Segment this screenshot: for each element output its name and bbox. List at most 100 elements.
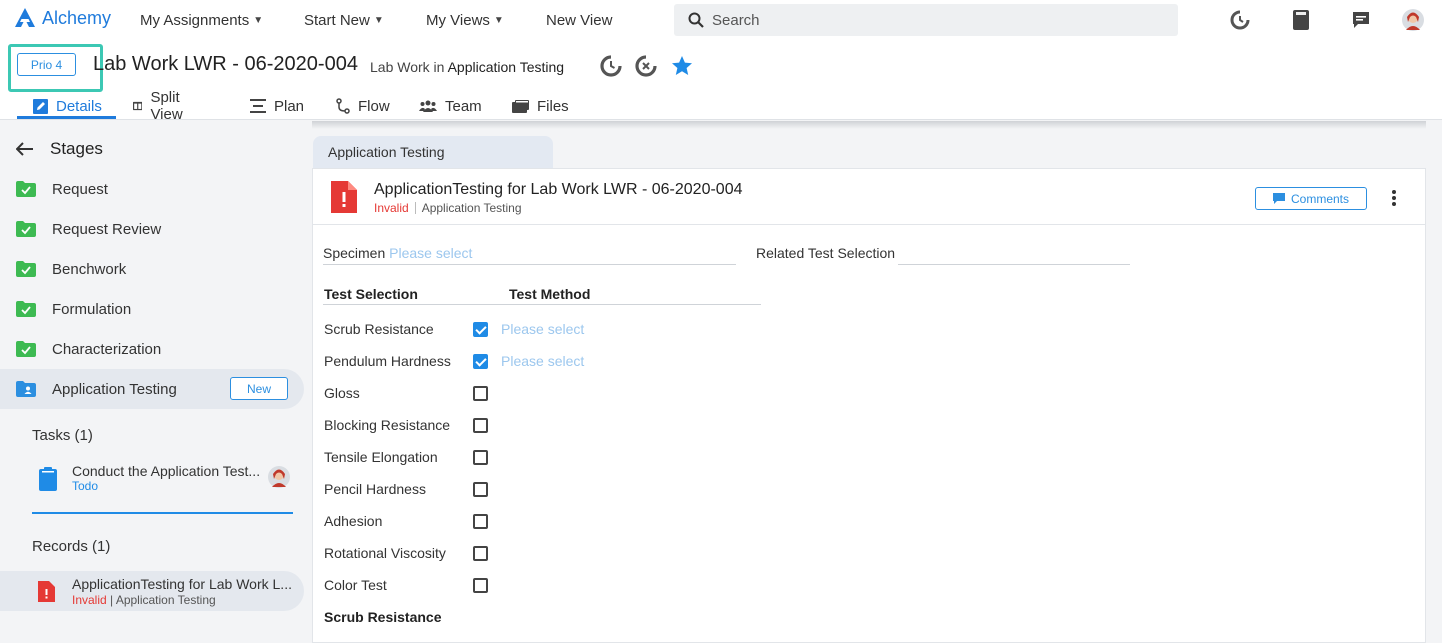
chat-icon[interactable]: [1349, 8, 1373, 32]
comment-icon: [1272, 193, 1285, 204]
test-method-select[interactable]: Please select: [501, 321, 584, 337]
test-checkbox[interactable]: [473, 578, 488, 593]
separator: [414, 202, 416, 214]
test-name: Blocking Resistance: [324, 417, 451, 433]
arrow-left-icon[interactable]: [16, 142, 34, 156]
test-row-pendulum-hardness: Pendulum Hardness Please select: [324, 349, 624, 373]
test-checkbox[interactable]: [473, 418, 488, 433]
history-icon[interactable]: [1228, 8, 1252, 32]
test-checkbox[interactable]: [473, 354, 488, 369]
test-name: Adhesion: [324, 513, 383, 529]
plan-icon: [250, 99, 266, 113]
record-item[interactable]: ApplicationTesting for Lab Work L... Inv…: [0, 571, 304, 611]
test-method-select[interactable]: Please select: [501, 353, 584, 369]
test-row-gloss: Gloss: [324, 381, 624, 405]
col-test-method: Test Method: [509, 286, 591, 302]
test-row-blocking-resistance: Blocking Resistance: [324, 413, 624, 437]
tab-team[interactable]: Team: [419, 94, 482, 118]
chevron-down-icon: ▼: [373, 15, 384, 26]
assignee-avatar[interactable]: [267, 465, 291, 489]
new-button[interactable]: New: [230, 377, 288, 400]
record-location: Application Testing: [115, 593, 216, 607]
test-checkbox[interactable]: [473, 322, 488, 337]
folder-user-icon: [16, 381, 36, 397]
search-icon: [688, 12, 704, 28]
stage-request[interactable]: Request: [0, 169, 304, 209]
user-avatar[interactable]: [1401, 8, 1425, 32]
folder-check-icon: [16, 221, 36, 237]
stage-label: Characterization: [52, 340, 162, 358]
test-checkbox[interactable]: [473, 450, 488, 465]
record-subtitle: Lab Work in Application Testing: [370, 59, 564, 75]
notebook-icon[interactable]: [1289, 8, 1313, 32]
task-divider: [32, 512, 293, 514]
stage-request-review[interactable]: Request Review: [0, 209, 304, 249]
tab-label: Plan: [274, 97, 305, 115]
stage-label: Application Testing: [52, 380, 177, 398]
specimen-field[interactable]: Specimen Please select: [323, 245, 472, 261]
stage-label: Benchwork: [52, 260, 127, 278]
test-name: Tensile Elongation: [324, 449, 438, 465]
tab-split-view[interactable]: Split View: [133, 89, 189, 123]
scroll-shadow: [312, 121, 1426, 129]
cancel-history-icon[interactable]: [634, 54, 658, 78]
stage-label: Request: [52, 180, 108, 198]
panel-status: Invalid Application Testing: [374, 201, 522, 215]
status-location: Application Testing: [421, 201, 522, 215]
nav-label: New View: [546, 12, 613, 29]
stage-application-testing[interactable]: Application Testing New: [0, 369, 304, 409]
history-icon[interactable]: [599, 54, 623, 78]
test-row-scrub-resistance: Scrub Resistance Please select: [324, 317, 624, 341]
related-test-input[interactable]: [898, 264, 1130, 265]
panel-header: ApplicationTesting for Lab Work LWR - 06…: [313, 169, 1425, 225]
priority-button[interactable]: Prio 4: [17, 53, 76, 76]
task-title: Conduct the Application Test...: [72, 463, 261, 479]
search-box[interactable]: [674, 4, 1178, 36]
specimen-label: Specimen: [323, 245, 386, 261]
nav-new-view[interactable]: New View: [546, 12, 612, 29]
tab-label: Split View: [150, 89, 183, 123]
stage-formulation[interactable]: Formulation: [0, 289, 304, 329]
test-checkbox[interactable]: [473, 546, 488, 561]
invalid-doc-icon: [38, 581, 55, 602]
test-row-adhesion: Adhesion: [324, 509, 624, 533]
stage-benchwork[interactable]: Benchwork: [0, 249, 304, 289]
tab-label: Team: [445, 97, 482, 115]
comments-button[interactable]: Comments: [1255, 187, 1367, 210]
record-title: ApplicationTesting for Lab Work L...: [72, 576, 292, 592]
record-status: Invalid: [72, 593, 107, 607]
panel-title: ApplicationTesting for Lab Work LWR - 06…: [374, 181, 743, 198]
search-input[interactable]: [712, 11, 1152, 29]
test-checkbox[interactable]: [473, 514, 488, 529]
nav-label: Start New: [304, 12, 370, 29]
tab-plan[interactable]: Plan: [250, 94, 304, 118]
star-icon[interactable]: [670, 54, 694, 78]
nav-start-new[interactable]: Start New ▼: [304, 12, 384, 29]
alchemy-logo[interactable]: Alchemy: [14, 7, 111, 29]
alchemy-logo-icon: [15, 8, 35, 27]
stages-title: Stages: [50, 139, 103, 158]
test-checkbox[interactable]: [473, 482, 488, 497]
task-clipboard-icon: [39, 467, 57, 491]
col-test-selection: Test Selection: [324, 286, 418, 302]
nav-my-assignments[interactable]: My Assignments ▼: [140, 12, 263, 29]
status-invalid: Invalid: [374, 201, 409, 215]
tab-files[interactable]: Files: [512, 94, 569, 118]
record-meta: Invalid | Application Testing: [72, 593, 216, 607]
tab-details[interactable]: Details: [33, 94, 102, 118]
tab-flow[interactable]: Flow: [336, 94, 390, 118]
tab-label: Flow: [358, 97, 390, 115]
subtitle-location[interactable]: Application Testing: [448, 59, 564, 75]
stage-characterization[interactable]: Characterization: [0, 329, 304, 369]
task-item[interactable]: Conduct the Application Test... Todo: [32, 461, 292, 501]
test-row-color-test: Color Test: [324, 573, 624, 597]
test-row-tensile-elongation: Tensile Elongation: [324, 445, 624, 469]
nav-my-views[interactable]: My Views ▼: [426, 12, 504, 29]
test-checkbox[interactable]: [473, 386, 488, 401]
record-header: Prio 4 Lab Work LWR - 06-2020-004 Lab Wo…: [0, 40, 1442, 123]
more-options-icon[interactable]: [1389, 187, 1399, 209]
test-name: Pencil Hardness: [324, 481, 426, 497]
test-name: Rotational Viscosity: [324, 545, 446, 561]
test-row-pencil-hardness: Pencil Hardness: [324, 477, 624, 501]
chevron-down-icon: ▼: [493, 15, 504, 26]
